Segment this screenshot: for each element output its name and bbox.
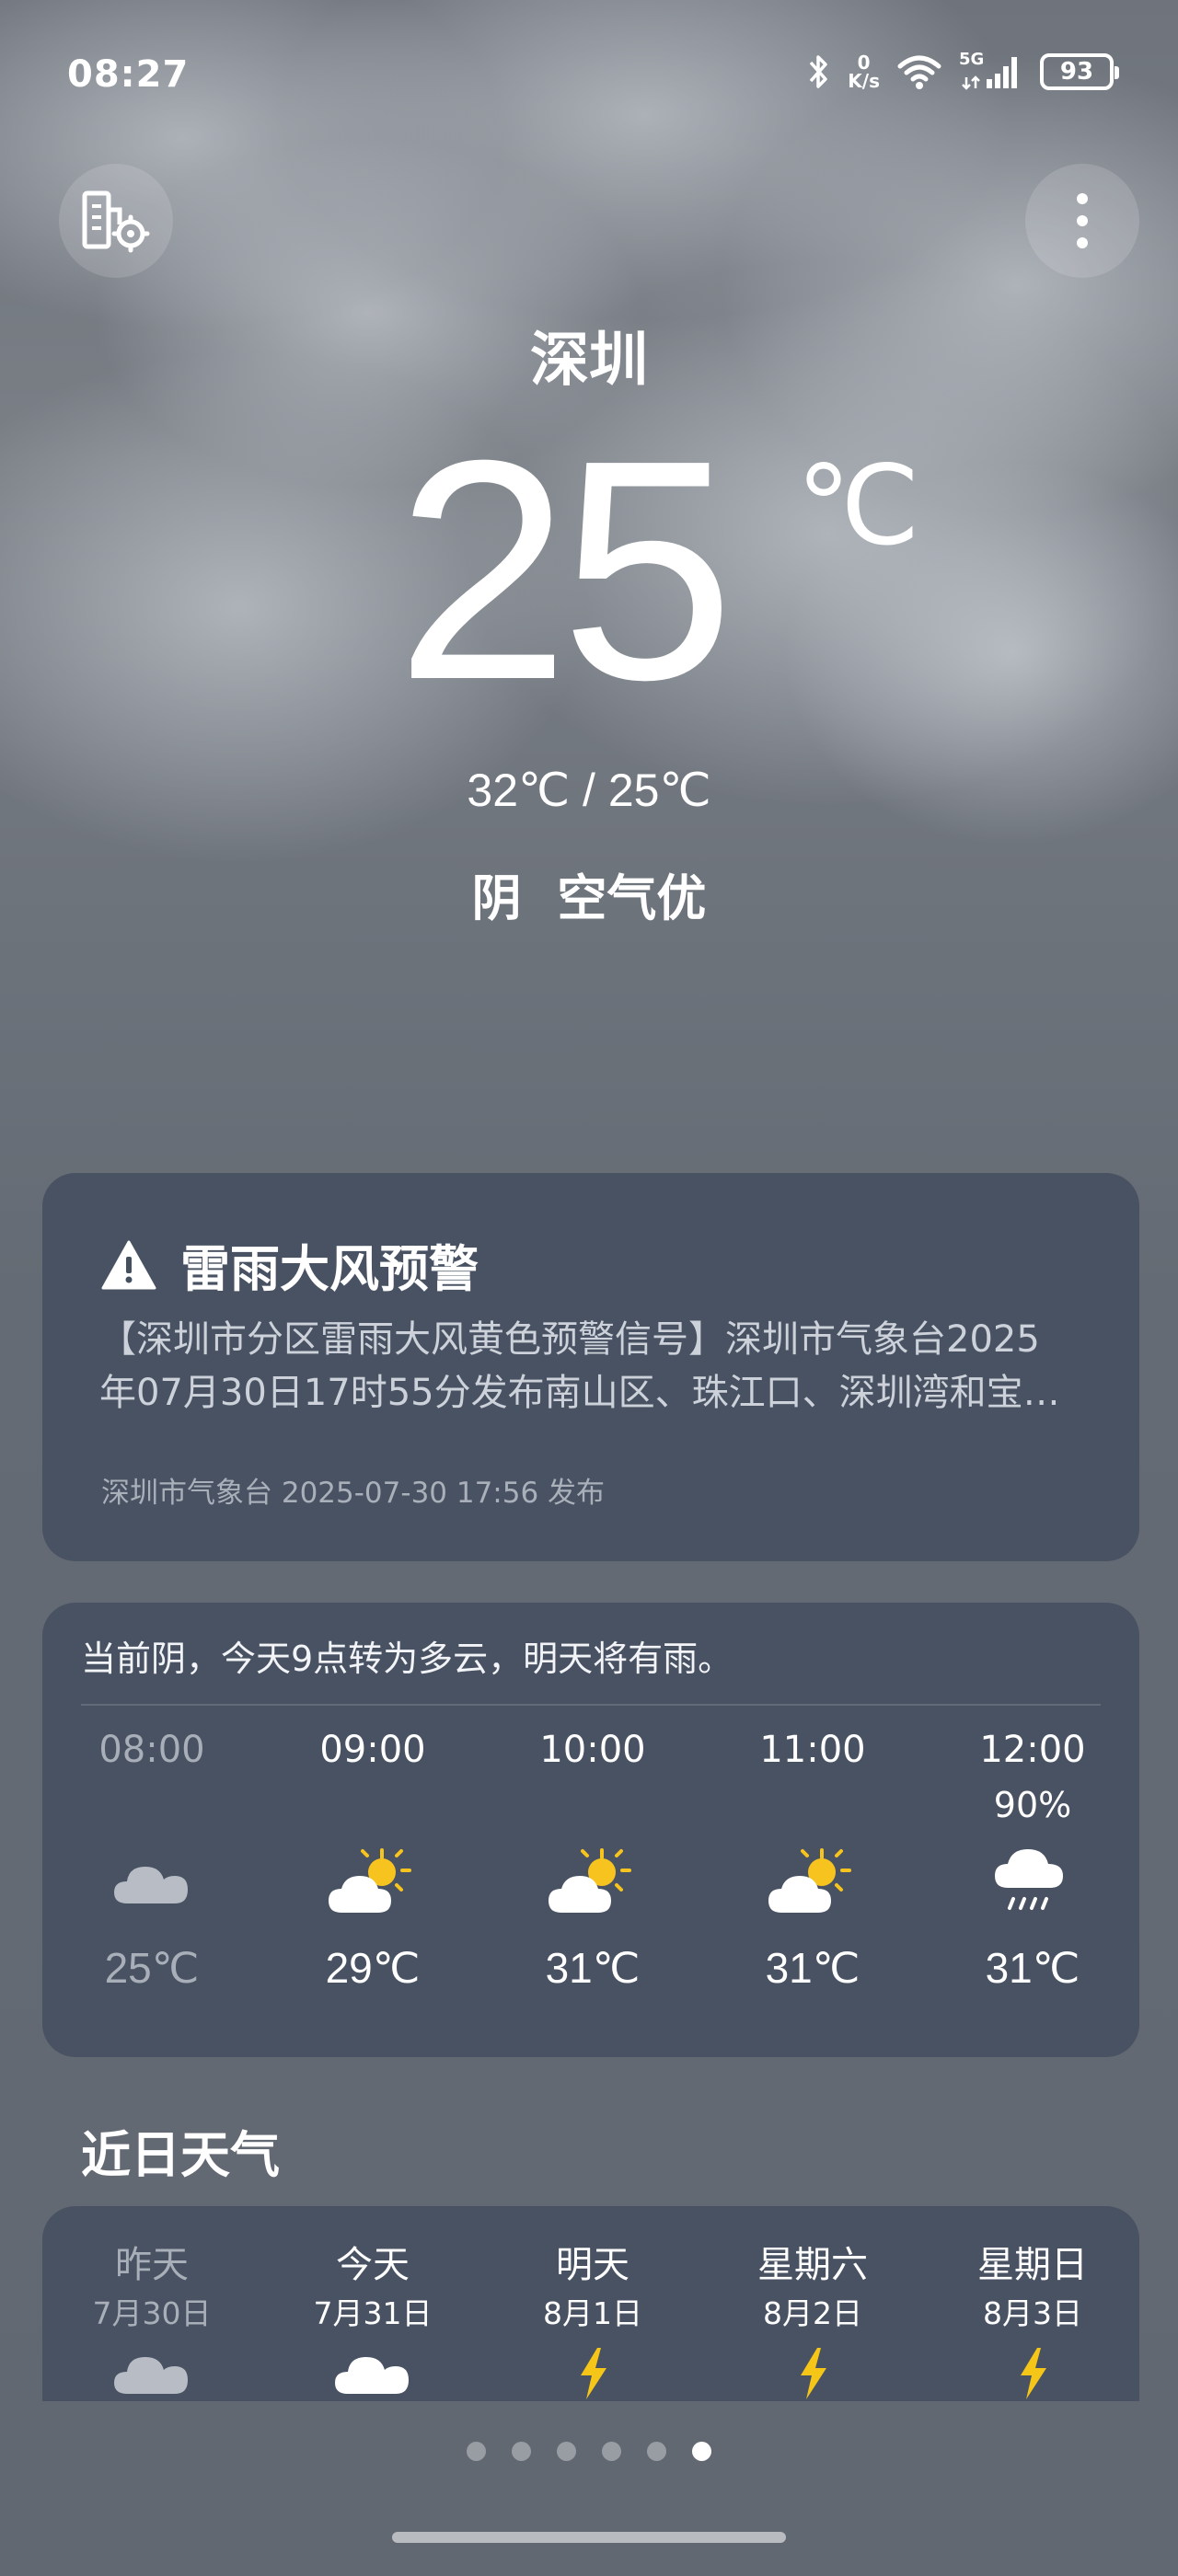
- page-dot[interactable]: [467, 2442, 486, 2461]
- partly-cloudy-icon: [329, 1848, 411, 1913]
- status-bar: 08:27 0 K/s 5G 93: [0, 0, 1178, 156]
- day-name: 明天: [556, 2244, 629, 2286]
- hour-time: 12:00: [979, 1729, 1086, 1771]
- hourly-forecast-card[interactable]: 当前阴，今天9点转为多云，明天将有雨。 08:00 25℃ 09:00 29℃ …: [42, 1603, 1139, 2057]
- day-name: 星期日: [977, 2244, 1088, 2286]
- rain-icon: [995, 1849, 1063, 1910]
- cloudy-icon: [114, 1867, 188, 1903]
- more-vertical-icon: [1077, 193, 1088, 248]
- day-name: 昨天: [115, 2244, 189, 2286]
- alert-body-line: 【深圳市分区雷雨大风黄色预警信号】深圳市气象台2025: [99, 1318, 1040, 1361]
- home-indicator[interactable]: [392, 2532, 786, 2543]
- alert-title: 雷雨大风预警: [180, 1240, 479, 1298]
- day-item[interactable]: 星期日 8月3日: [941, 2239, 1125, 2401]
- weather-condition: 阴 空气优: [471, 869, 707, 927]
- temperature-range: 32℃ / 25℃: [467, 765, 711, 816]
- hour-item: 09:00 29℃: [281, 1722, 465, 1993]
- status-time: 08:27: [67, 53, 190, 96]
- daily-forecast-card[interactable]: 昨天 7月30日 今天 7月31日 明天 8月1日 星期六 8月2日 星期日 8…: [42, 2206, 1139, 2401]
- current-temperature: 25: [396, 396, 734, 745]
- battery-level: 93: [1059, 58, 1094, 86]
- hour-temperature: 29℃: [325, 1944, 421, 1992]
- daily-section-title: 近日天气: [81, 2126, 280, 2184]
- forecast-summary: 当前阴，今天9点转为多云，明天将有雨。: [81, 1639, 733, 1679]
- hour-temperature: 31℃: [985, 1944, 1080, 1992]
- hour-item: 11:00 31℃: [721, 1722, 905, 1993]
- day-date: 8月2日: [763, 2295, 862, 2331]
- bluetooth-icon: [809, 55, 828, 88]
- hour-time: 09:00: [319, 1729, 426, 1771]
- cloudy-icon: [114, 2357, 188, 2394]
- hour-item: 08:00 25℃: [60, 1722, 244, 1993]
- wifi-icon: [897, 55, 941, 89]
- alert-footer: 深圳市气象台 2025-07-30 17:56 发布: [101, 1477, 606, 1510]
- hour-time: 10:00: [539, 1729, 646, 1771]
- battery-indicator: 93: [1040, 53, 1119, 90]
- divider: [81, 1704, 1101, 1706]
- partly-cloudy-icon: [768, 1848, 851, 1913]
- page-dot[interactable]: [602, 2442, 621, 2461]
- alert-body-line: 年07月30日17时55分发布南山区、珠江口、深圳湾和宝…: [99, 1372, 1060, 1414]
- thunder-icon: [1021, 2348, 1046, 2399]
- day-date: 8月1日: [543, 2295, 642, 2331]
- partly-cloudy-icon: [549, 1848, 631, 1913]
- hour-precip-prob: 90%: [993, 1785, 1072, 1825]
- thunder-icon: [581, 2348, 606, 2399]
- hour-temperature: 25℃: [104, 1944, 200, 1992]
- page-dot[interactable]: [512, 2442, 531, 2461]
- alert-header: 雷雨大风预警: [101, 1228, 479, 1301]
- thunder-icon: [801, 2348, 826, 2399]
- weather-alert-card[interactable]: 雷雨大风预警 【深圳市分区雷雨大风黄色预警信号】深圳市气象台2025 年07月3…: [42, 1173, 1139, 1561]
- page-dot[interactable]: [557, 2442, 576, 2461]
- hour-precip-prob: [281, 1777, 465, 1833]
- status-icons: 0 K/s 5G 93: [805, 50, 1119, 92]
- day-name: 星期六: [757, 2244, 868, 2286]
- city-name: 深圳: [530, 327, 648, 395]
- hour-precip-prob: [501, 1777, 685, 1833]
- hour-precip-prob: [721, 1777, 905, 1833]
- day-date: 8月3日: [983, 2295, 1082, 2331]
- hour-time: 08:00: [98, 1729, 205, 1771]
- day-item[interactable]: 昨天 7月30日: [60, 2239, 244, 2401]
- hour-item: 12:00 90% 31℃: [941, 1722, 1125, 1993]
- hour-precip-prob: [60, 1777, 244, 1833]
- warning-icon: [101, 1240, 156, 1289]
- net-speed: 0 K/s: [848, 53, 880, 90]
- hour-time: 11:00: [759, 1729, 866, 1771]
- hour-temperature: 31℃: [545, 1944, 641, 1992]
- net-speed-unit: K/s: [848, 70, 880, 92]
- hour-temperature: 31℃: [765, 1944, 860, 1992]
- city-settings-icon: [82, 190, 150, 253]
- temperature-unit: ℃: [796, 444, 920, 568]
- page-dot[interactable]: [647, 2442, 666, 2461]
- more-menu-button[interactable]: [1025, 164, 1139, 278]
- day-date: 7月30日: [92, 2295, 212, 2331]
- day-item[interactable]: 星期六 8月2日: [721, 2239, 905, 2401]
- day-name: 今天: [336, 2244, 410, 2286]
- day-item[interactable]: 明天 8月1日: [501, 2239, 685, 2401]
- cellular-signal-icon: 5G: [959, 50, 1023, 92]
- partly-cloudy-icon: [335, 2357, 409, 2394]
- hour-item: 10:00 31℃: [501, 1722, 685, 1993]
- page-dot-active[interactable]: [692, 2442, 711, 2461]
- city-manage-button[interactable]: [59, 164, 173, 278]
- city-page-indicator[interactable]: [0, 2442, 1178, 2461]
- alert-body: 【深圳市分区雷雨大风黄色预警信号】深圳市气象台2025 年07月30日17时55…: [99, 1313, 1093, 1420]
- day-item[interactable]: 今天 7月31日: [281, 2239, 465, 2401]
- net-speed-value: 0: [857, 52, 871, 74]
- day-date: 7月31日: [313, 2295, 433, 2331]
